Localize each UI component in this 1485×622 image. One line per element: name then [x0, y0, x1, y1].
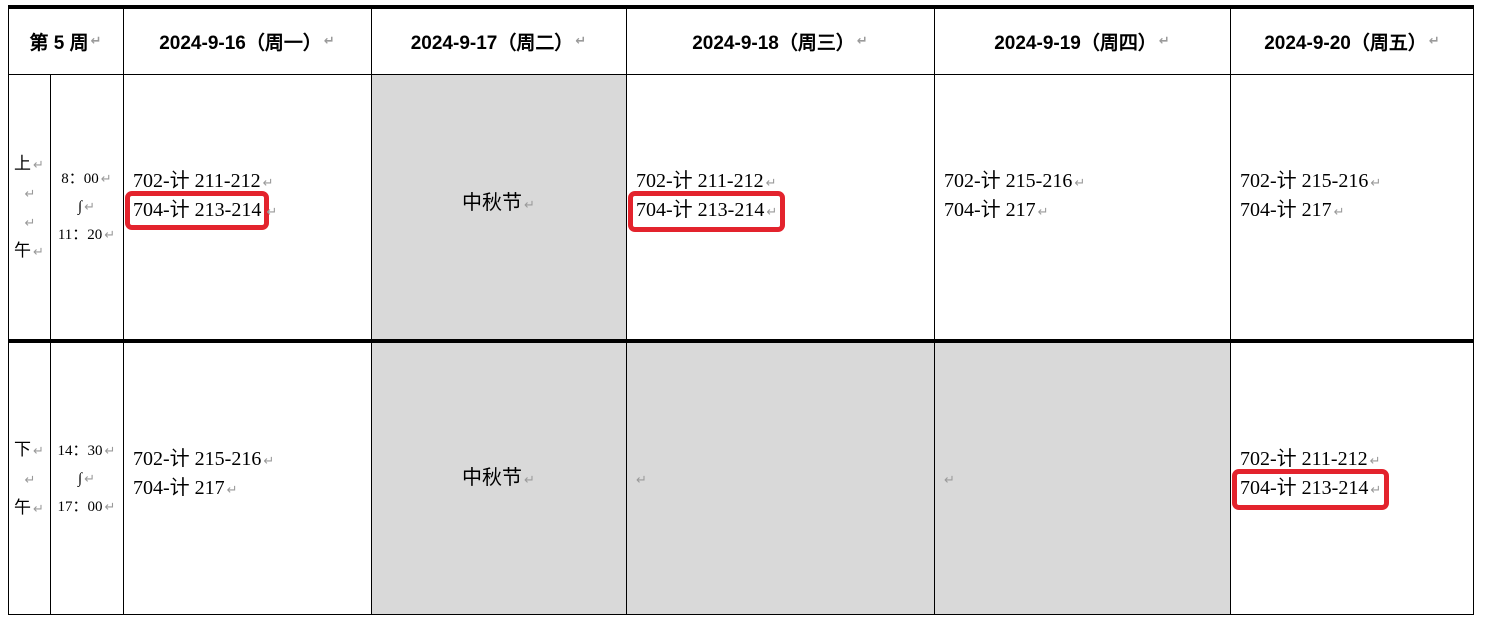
table-left-border: [8, 5, 9, 615]
header-bottom-border: [8, 74, 1474, 75]
class-entry: 702-计 211-212 ↵: [133, 169, 274, 192]
cell-afternoon-mon: 702-计 215-216 ↵ 704-计 217 ↵: [123, 343, 371, 614]
table-bottom-border: [8, 614, 1474, 615]
class-entry-highlighted: 704-计 213-214 ↵: [124, 190, 371, 230]
col-divider: [123, 5, 124, 615]
class-entry: 702-计 215-216 ↵: [133, 447, 275, 470]
header-day-fri: 2024-9-20（周五） ↵: [1264, 33, 1440, 54]
class-entry-highlighted: 704-计 213-214 ↵: [627, 190, 934, 232]
week-label: 第 5 周 ↵: [29, 33, 102, 54]
schedule-table: 第 5 周 ↵ 2024-9-16（周一） ↵ 2024-9-17（周二） ↵ 202…: [8, 5, 1474, 615]
class-entry-highlighted: 704-计 213-214 ↵: [1231, 468, 1474, 510]
empty-cell-mark: ↵: [636, 473, 647, 488]
header-day-tue: 2024-9-17（周二） ↵: [410, 33, 587, 54]
class-entry: 702-计 211-212 ↵: [636, 169, 777, 192]
table-right-border: [1473, 5, 1474, 615]
class-entry: 704-计 217 ↵: [1240, 198, 1345, 221]
cell-morning-wed: 702-计 211-212 ↵ 704-计 213-214 ↵: [626, 74, 934, 339]
cell-morning-mon: 702-计 211-212 ↵ 704-计 213-214 ↵: [123, 74, 371, 339]
period-label-morning: 上 ↵ ↵ ↵ 午 ↵: [14, 153, 44, 260]
cell-morning-thu: 702-计 215-216 ↵ 704-计 217 ↵: [934, 74, 1230, 339]
cell-morning-fri: 702-计 215-216 ↵ 704-计 217 ↵: [1230, 74, 1474, 339]
highlight-box: 704-计 213-214 ↵: [1231, 468, 1390, 510]
table-top-border: [8, 5, 1474, 9]
class-entry: 704-计 217 ↵: [944, 198, 1049, 221]
time-range-afternoon: 14：30 ↵ ∫ ↵ 17：00 ↵: [57, 442, 116, 515]
header-day-wed: 2024-9-18（周三） ↵: [692, 33, 868, 54]
header-day-mon: 2024-9-16（周一） ↵: [159, 33, 335, 54]
col-divider: [1230, 5, 1231, 615]
morning-afternoon-divider: [8, 339, 1474, 343]
header-day-thu: 2024-9-19（周四） ↵: [994, 33, 1170, 54]
class-entry: 702-计 211-212 ↵: [1240, 447, 1381, 470]
cell-afternoon-fri: 702-计 211-212 ↵ 704-计 213-214 ↵: [1230, 343, 1474, 614]
cell-afternoon-tue: 中秋节 ↵: [371, 343, 626, 614]
class-entry: 702-计 215-216 ↵: [944, 169, 1086, 192]
empty-cell-mark: ↵: [944, 473, 955, 488]
highlight-box: 704-计 213-214 ↵: [627, 190, 786, 232]
holiday-label: 中秋节 ↵: [462, 192, 535, 214]
period-divider-morning: [50, 74, 51, 339]
col-divider: [371, 5, 372, 615]
cell-afternoon-wed: ↵: [626, 343, 934, 614]
period-label-afternoon: 下 ↵ ↵ 午 ↵: [14, 440, 44, 517]
class-entry: 702-计 215-216 ↵: [1240, 169, 1382, 192]
col-divider: [626, 5, 627, 615]
col-divider: [934, 5, 935, 615]
class-entry: 704-计 217 ↵: [133, 476, 238, 499]
highlight-box: 704-计 213-214: [124, 190, 270, 230]
time-range-morning: 8：00 ↵ ∫ ↵ 11：20 ↵: [57, 170, 116, 243]
period-divider-afternoon: [50, 343, 51, 614]
cell-afternoon-thu: ↵: [934, 343, 1230, 614]
cell-morning-tue: 中秋节 ↵: [371, 74, 626, 339]
holiday-label: 中秋节 ↵: [462, 467, 535, 489]
